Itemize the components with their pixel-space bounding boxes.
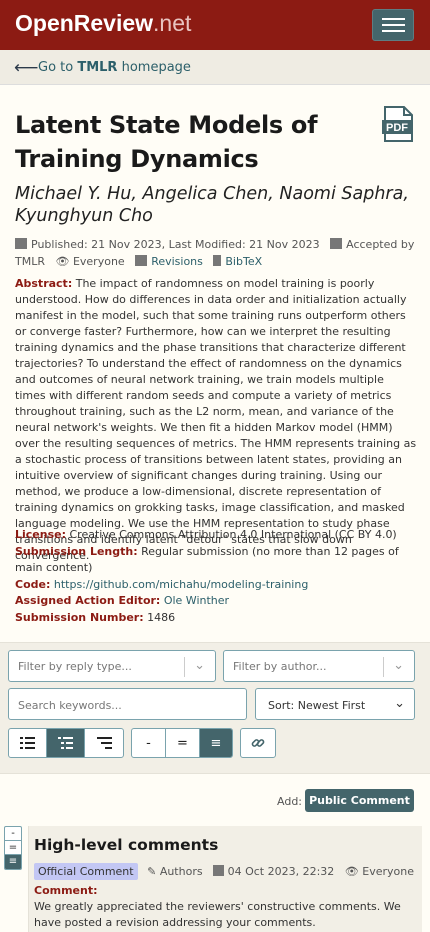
keyword-search-input[interactable]: Search keywords... bbox=[8, 688, 247, 720]
abstract-text: The impact of randomness on model traini… bbox=[15, 277, 417, 562]
comment-note: High-level comments Official Comment ✎ A… bbox=[28, 826, 422, 932]
paper-authors: Michael Y. Hu, Angelica Chen, Naomi Saph… bbox=[15, 184, 409, 226]
copy-link-group bbox=[240, 728, 276, 758]
note-title: High-level comments bbox=[34, 836, 219, 854]
invitation-badge: Official Comment bbox=[34, 863, 138, 880]
note-collapse-control: - = ≡ bbox=[4, 826, 22, 870]
view-mode-group bbox=[8, 728, 124, 758]
back-to-venue-bar: ⟵ Go to TMLR homepage bbox=[0, 50, 430, 85]
note-partial-button[interactable]: = bbox=[5, 841, 21, 855]
code-label: Code: bbox=[15, 577, 51, 591]
hamburger-icon[interactable] bbox=[372, 9, 414, 41]
paper-title: Latent State Models of Training Dynamics bbox=[15, 111, 318, 173]
author-placeholder: Filter by author... bbox=[233, 660, 327, 673]
eye-icon: 👁 bbox=[55, 255, 70, 268]
select-separator bbox=[184, 657, 185, 677]
length-label: Submission Length: bbox=[15, 544, 138, 558]
sort-value: Sort: Newest First bbox=[268, 699, 366, 712]
editor-label: Assigned Action Editor: bbox=[15, 594, 161, 607]
chevron-down-icon: ⌄ bbox=[194, 658, 205, 673]
note-visibility: Everyone bbox=[362, 865, 414, 878]
pdf-icon[interactable]: PDF bbox=[382, 106, 414, 142]
reply-type-filter[interactable]: Filter by reply type... ⌄ bbox=[8, 650, 216, 682]
editor-link[interactable]: Ole Winther bbox=[164, 594, 229, 607]
chevron-down-icon: ⌄ bbox=[393, 658, 404, 673]
folder-icon bbox=[330, 238, 343, 249]
note-collapse-button[interactable]: - bbox=[5, 827, 21, 841]
threaded-list-icon bbox=[58, 737, 73, 749]
author-filter[interactable]: Filter by author... ⌄ bbox=[223, 650, 415, 682]
note-date: 04 Oct 2023, 22:32 bbox=[227, 865, 335, 878]
editor-row: Assigned Action Editor: Ole Winther bbox=[15, 593, 417, 610]
list-icon bbox=[20, 737, 35, 749]
copy-link-button[interactable] bbox=[241, 729, 275, 757]
brand-name: OpenReview bbox=[15, 10, 154, 36]
collapse-level-group: - = ≡ bbox=[131, 728, 233, 758]
top-navbar: OpenReview.net bbox=[0, 0, 430, 50]
published-date: Published: 21 Nov 2023, Last Modified: 2… bbox=[31, 238, 320, 251]
code-link[interactable]: https://github.com/michahu/modeling-trai… bbox=[54, 578, 308, 591]
add-label: Add: bbox=[277, 795, 303, 808]
license-value: Creative Commons Attribution 4.0 Interna… bbox=[69, 528, 397, 541]
arrow-left-icon: ⟵ bbox=[14, 58, 39, 78]
select-separator bbox=[383, 657, 384, 677]
chevron-down-icon: ⌄ bbox=[394, 696, 405, 711]
bookmark-icon bbox=[213, 255, 222, 266]
back-suffix: homepage bbox=[117, 60, 191, 75]
collapse-partial-button[interactable]: = bbox=[166, 729, 200, 757]
bibtex-link[interactable]: BibTeX bbox=[225, 255, 262, 268]
collapse-all-button[interactable]: - bbox=[132, 729, 166, 757]
history-icon bbox=[135, 255, 148, 266]
sort-select[interactable]: Sort: Newest First ⌄ bbox=[255, 688, 415, 720]
brand-logo[interactable]: OpenReview.net bbox=[15, 10, 191, 37]
license-label: License: bbox=[15, 528, 66, 541]
nested-list-icon bbox=[96, 737, 112, 749]
eye-icon: 👁 bbox=[344, 865, 359, 878]
comment-text: We greatly appreciated the reviewers' co… bbox=[34, 900, 401, 929]
search-placeholder: Search keywords... bbox=[18, 699, 122, 712]
brand-tld: .net bbox=[153, 10, 192, 36]
number-value: 1486 bbox=[147, 610, 176, 624]
list-view-button[interactable] bbox=[9, 729, 47, 757]
back-to-venue-link[interactable]: Go to TMLR homepage bbox=[38, 60, 191, 75]
number-label: Submission Number: bbox=[15, 610, 144, 624]
abstract-label: Abstract: bbox=[15, 277, 73, 290]
paper-fields: License: Creative Commons Attribution 4.… bbox=[15, 527, 417, 626]
calendar-icon bbox=[213, 865, 225, 876]
back-venue: TMLR bbox=[77, 60, 118, 75]
public-comment-button[interactable]: Public Comment bbox=[305, 789, 414, 812]
note-comment-section: Comment: We greatly appreciated the revi… bbox=[34, 883, 414, 931]
threaded-view-button[interactable] bbox=[47, 729, 85, 757]
expand-all-button[interactable]: ≡ bbox=[200, 729, 232, 757]
note-meta: Official Comment ✎ Authors 04 Oct 2023, … bbox=[34, 863, 424, 880]
license-row: License: Creative Commons Attribution 4.… bbox=[15, 527, 417, 544]
abstract-section: Abstract: The impact of randomness on mo… bbox=[15, 276, 417, 564]
link-icon bbox=[251, 739, 265, 747]
paper-meta: Published: 21 Nov 2023, Last Modified: 2… bbox=[15, 236, 415, 270]
nested-view-button[interactable] bbox=[85, 729, 123, 757]
revisions-link[interactable]: Revisions bbox=[151, 255, 203, 268]
calendar-icon bbox=[15, 238, 27, 249]
length-row: Submission Length: Regular submission (n… bbox=[15, 544, 417, 577]
reply-type-placeholder: Filter by reply type... bbox=[18, 660, 132, 673]
pencil-icon: ✎ bbox=[147, 865, 157, 878]
visibility-text: Everyone bbox=[72, 255, 125, 268]
note-signatures: Authors bbox=[159, 865, 203, 878]
back-prefix: Go to bbox=[38, 60, 78, 75]
number-row: Submission Number: 1486 bbox=[15, 610, 417, 627]
note-expand-button[interactable]: ≡ bbox=[5, 855, 21, 869]
comment-label: Comment: bbox=[34, 884, 98, 897]
pdf-label: PDF bbox=[386, 122, 408, 134]
code-row: Code: https://github.com/michahu/modelin… bbox=[15, 577, 417, 594]
